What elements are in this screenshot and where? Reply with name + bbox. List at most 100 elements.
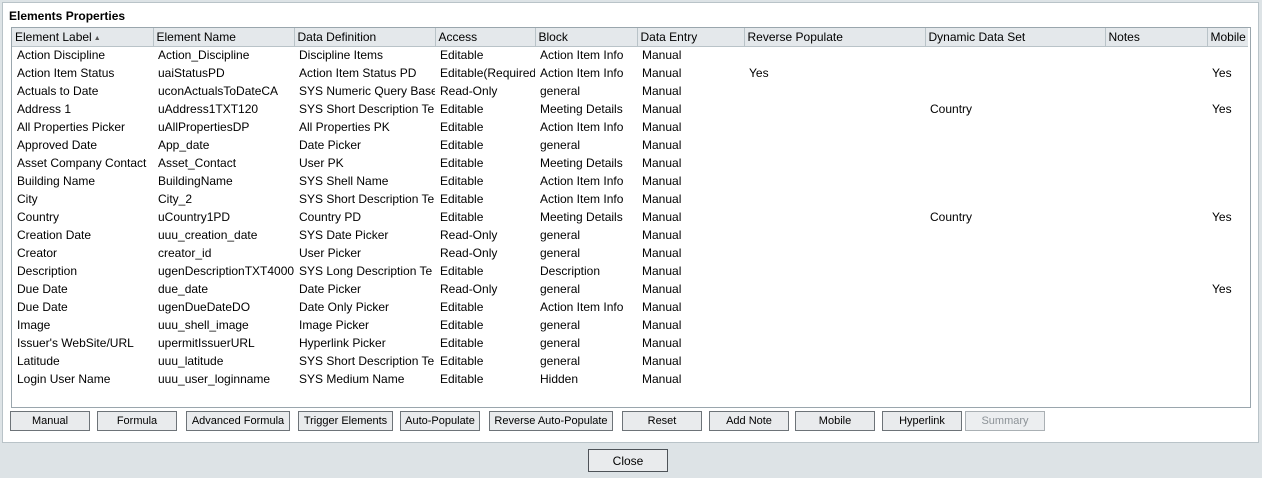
cell-element-label: Creator — [17, 246, 58, 260]
table-row[interactable]: Image uuu_shell_image Image Picker Editable… — [12, 316, 1248, 334]
column-header-element-name[interactable]: Element Name — [153, 28, 295, 47]
table-row[interactable]: Asset Company Contact Asset_Contact User P… — [12, 154, 1248, 172]
cell-reverse-populate — [744, 118, 925, 136]
table-row[interactable]: Due Date ugenDueDateDO Date Only Picker Edi… — [12, 298, 1248, 316]
table-row[interactable]: Creator creator_id User Picker Read-Only gen… — [12, 244, 1248, 262]
table-row[interactable]: Building Name BuildingName SYS Shell Name E… — [12, 172, 1248, 190]
column-header-element-label[interactable]: Element Label ▲ — [12, 28, 154, 47]
cell-dynamic-data-set — [925, 190, 1105, 208]
cell-mobile — [1207, 172, 1248, 190]
cell-data-entry: Manual — [642, 174, 682, 188]
cell-data-entry: Manual — [642, 120, 682, 134]
table-row[interactable]: Login User Name uuu_user_loginname SYS Med… — [12, 370, 1248, 388]
cell-element-name: creator_id — [158, 246, 212, 260]
cell-data-definition: Image Picker — [299, 318, 370, 332]
cell-access: Editable — [440, 336, 484, 350]
table-row[interactable]: Description ugenDescriptionTXT4000 SYS Lon… — [12, 262, 1248, 280]
table-row[interactable]: Actuals to Date uconActualsToDateCA SYS Nu… — [12, 82, 1248, 100]
table-row[interactable]: Issuer's WebSite/URL upermitIssuerURL Hype… — [12, 334, 1248, 352]
manual-button[interactable]: Manual — [10, 411, 90, 431]
cell-block: general — [540, 138, 581, 152]
column-header-data-definition[interactable]: Data Definition — [294, 28, 436, 47]
cell-access: Editable — [440, 318, 484, 332]
cell-data-definition: User Picker — [299, 246, 362, 260]
cell-data-definition: Discipline Items — [299, 48, 384, 63]
cell-data-entry: Manual — [642, 66, 682, 80]
cell-mobile — [1207, 226, 1248, 244]
hyperlink-button[interactable]: Hyperlink — [882, 411, 962, 431]
trigger-elements-button[interactable]: Trigger Elements — [298, 411, 393, 431]
cell-data-definition: SYS Numeric Query Base — [299, 84, 435, 98]
reverse-auto-populate-button[interactable]: Reverse Auto-Populate — [489, 411, 613, 431]
cell-element-name: uAddress1TXT120 — [158, 102, 259, 116]
cell-notes — [1105, 136, 1207, 154]
reset-button[interactable]: Reset — [622, 411, 702, 431]
table-row[interactable]: Due Date due_date Date Picker Read-Only gene… — [12, 280, 1248, 298]
cell-mobile: Yes — [1212, 210, 1232, 224]
column-header-dynamic-data-set[interactable]: Dynamic Data Set — [925, 28, 1106, 47]
cell-access: Editable — [440, 210, 484, 224]
table-row[interactable]: Latitude uuu_latitude SYS Short Descriptio… — [12, 352, 1248, 370]
cell-dynamic-data-set — [925, 352, 1105, 370]
cell-mobile — [1207, 352, 1248, 370]
cell-dynamic-data-set — [925, 244, 1105, 262]
column-header-label: Element Name — [156, 29, 236, 44]
cell-element-label: Address 1 — [17, 102, 72, 116]
table-row[interactable]: Creation Date uuu_creation_date SYS Date P… — [12, 226, 1248, 244]
cell-reverse-populate — [744, 370, 925, 388]
cell-block: Meeting Details — [540, 102, 623, 116]
cell-element-name: uuu_shell_image — [158, 318, 249, 332]
table-row[interactable]: Action Discipline Action_Discipline Discip… — [12, 46, 1248, 64]
table-row[interactable]: Action Item Status uaiStatusPD Action Item… — [12, 64, 1248, 82]
cell-notes — [1105, 334, 1207, 352]
cell-notes — [1105, 244, 1207, 262]
cell-element-name: uCountry1PD — [158, 210, 231, 224]
cell-access: Editable — [440, 156, 484, 170]
formula-button[interactable]: Formula — [97, 411, 177, 431]
cell-element-label: All Properties Picker — [17, 120, 126, 134]
column-header-data-entry[interactable]: Data Entry — [637, 28, 745, 47]
cell-block: Meeting Details — [540, 156, 623, 170]
cell-reverse-populate — [744, 154, 925, 172]
cell-reverse-populate — [744, 352, 925, 370]
cell-mobile — [1207, 46, 1248, 64]
table-row[interactable]: City City_2 SYS Short Description Te Editab… — [12, 190, 1248, 208]
auto-populate-button[interactable]: Auto-Populate — [400, 411, 480, 431]
advanced-formula-button[interactable]: Advanced Formula — [186, 411, 290, 431]
table-row[interactable]: Approved Date App_date Date Picker Editable… — [12, 136, 1248, 154]
elements-table: Element Label ▲ Element Name Data Definitio… — [12, 28, 1248, 388]
column-header-label: Element Label — [15, 29, 92, 44]
elements-grid[interactable]: Element Label ▲ Element Name Data Definitio… — [11, 27, 1251, 408]
summary-button[interactable]: Summary — [965, 411, 1045, 431]
cell-data-entry: Manual — [642, 102, 682, 116]
cell-mobile — [1207, 370, 1248, 388]
cell-notes — [1105, 226, 1207, 244]
add-note-button[interactable]: Add Note — [709, 411, 789, 431]
cell-mobile: Yes — [1212, 102, 1232, 116]
cell-block: Action Item Info — [540, 66, 624, 80]
table-row[interactable]: All Properties Picker uAllPropertiesDP All… — [12, 118, 1248, 136]
table-row[interactable]: Country uCountry1PD Country PD Editable Meet… — [12, 208, 1248, 226]
cell-reverse-populate — [744, 334, 925, 352]
column-header-reverse-populate[interactable]: Reverse Populate — [744, 28, 926, 47]
cell-dynamic-data-set — [925, 154, 1105, 172]
cell-reverse-populate — [744, 82, 925, 100]
cell-mobile — [1207, 334, 1248, 352]
column-header-notes[interactable]: Notes — [1105, 28, 1208, 47]
cell-element-label: Due Date — [17, 300, 68, 314]
cell-element-name: uaiStatusPD — [158, 66, 225, 80]
cell-mobile — [1207, 244, 1248, 262]
cell-data-entry: Manual — [642, 228, 682, 242]
column-header-label: Block — [538, 29, 568, 44]
cell-dynamic-data-set — [925, 64, 1105, 82]
cell-block: general — [540, 318, 581, 332]
column-header-block[interactable]: Block — [535, 28, 638, 47]
table-row[interactable]: Address 1 uAddress1TXT120 SYS Short Descri… — [12, 100, 1248, 118]
column-header-access[interactable]: Access — [435, 28, 536, 47]
column-header-mobile[interactable]: Mobile — [1207, 28, 1248, 47]
cell-block: Action Item Info — [540, 174, 624, 188]
cell-notes — [1105, 82, 1207, 100]
close-button[interactable]: Close — [588, 449, 668, 472]
mobile-button[interactable]: Mobile — [795, 411, 875, 431]
cell-element-name: uuu_creation_date — [158, 228, 258, 242]
